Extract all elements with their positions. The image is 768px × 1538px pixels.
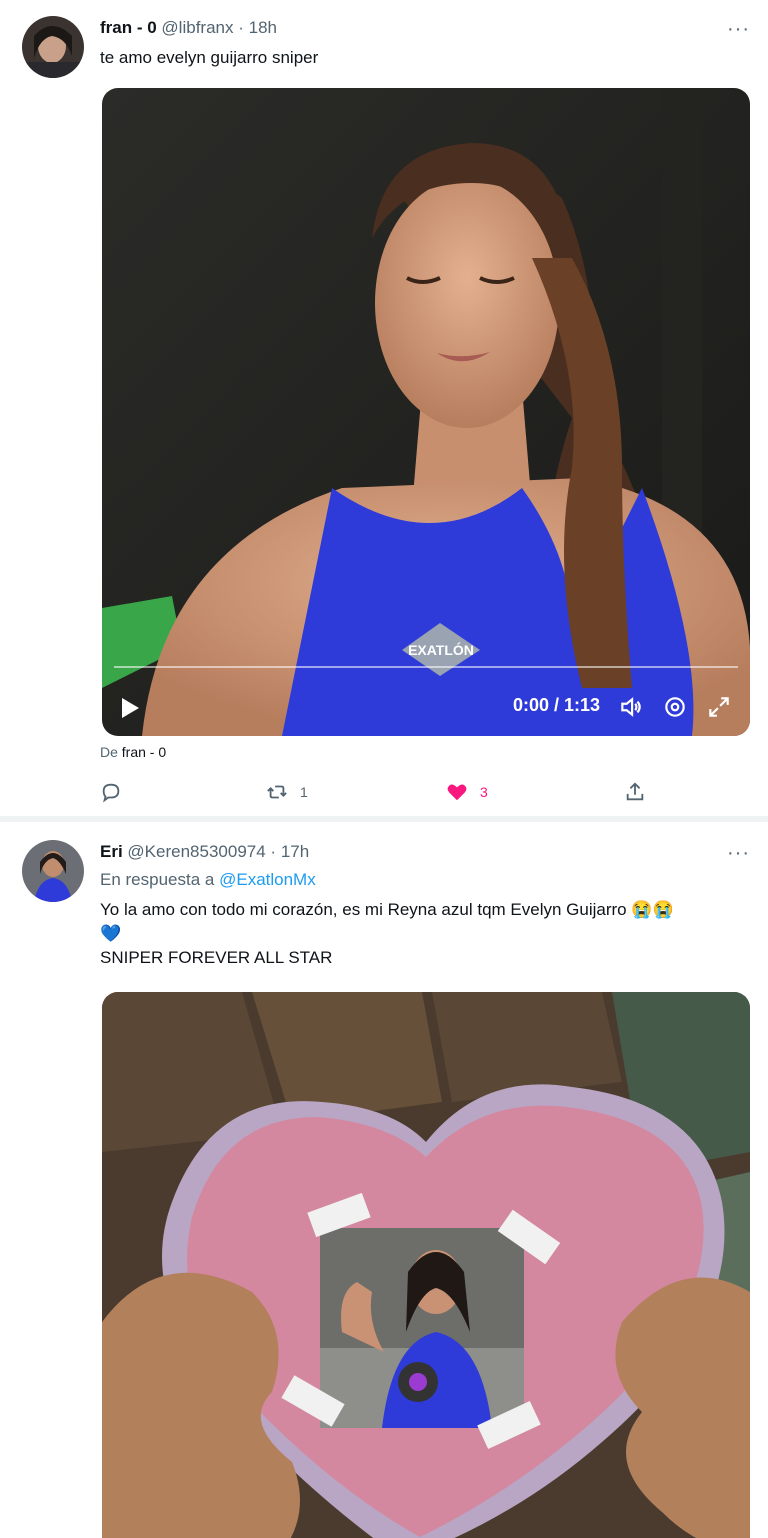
video-player[interactable]: EXATLÓN 0:00 / 1:13: [102, 88, 750, 736]
heart-icon: [447, 784, 467, 801]
heart-picture-image: [102, 992, 750, 1538]
handle[interactable]: @libfranx: [161, 18, 233, 37]
more-options-icon[interactable]: ···: [727, 842, 750, 865]
video-controls: 0:00 / 1:13: [102, 656, 750, 736]
fullscreen-icon[interactable]: [706, 694, 732, 720]
tweet-text-line: Yo la amo con todo mi corazón, es mi Rey…: [100, 900, 674, 919]
avatar[interactable]: [22, 840, 84, 902]
display-name[interactable]: fran - 0: [100, 18, 157, 37]
tweet-image[interactable]: [102, 992, 750, 1538]
settings-icon[interactable]: [662, 694, 688, 720]
reply-icon: [102, 783, 120, 803]
retweet-button[interactable]: 1: [266, 778, 308, 806]
video-progress-bar[interactable]: [114, 666, 738, 668]
retweet-icon: [267, 785, 287, 799]
like-count: 3: [480, 784, 488, 800]
tweet-actions: 1 3: [100, 778, 660, 806]
share-icon: [626, 782, 644, 801]
reply-button[interactable]: [100, 778, 134, 806]
volume-icon[interactable]: [618, 694, 644, 720]
play-icon[interactable]: [122, 698, 139, 718]
like-button[interactable]: 3: [446, 778, 488, 806]
blue-heart-emoji: 💙: [100, 924, 122, 943]
separator: ·: [238, 18, 244, 37]
separator: ·: [270, 842, 277, 861]
tweet-text: te amo evelyn guijarro sniper: [100, 48, 319, 67]
more-options-icon[interactable]: ···: [727, 18, 750, 41]
display-name[interactable]: Eri: [100, 842, 123, 861]
timestamp[interactable]: 18h: [249, 18, 277, 37]
retweet-count: 1: [300, 784, 308, 800]
tweet-text-line: SNIPER FOREVER ALL STAR: [100, 948, 333, 967]
tweet[interactable]: Eri @Keren85300974 · 17h ··· En respuest…: [0, 822, 768, 1538]
mention-link[interactable]: @ExatlonMx: [219, 870, 316, 889]
avatar[interactable]: [22, 16, 84, 78]
timestamp[interactable]: 17h: [281, 842, 309, 861]
video-frame: EXATLÓN: [102, 88, 750, 736]
reply-context: En respuesta a @ExatlonMx: [100, 870, 316, 889]
video-source[interactable]: De fran - 0: [100, 744, 166, 760]
video-time: 0:00 / 1:13: [512, 695, 600, 715]
share-button[interactable]: [624, 778, 646, 806]
handle[interactable]: @Keren85300974: [127, 842, 265, 861]
tweet[interactable]: fran - 0 @libfranx · 18h ··· te amo evel…: [0, 0, 768, 820]
photo: [320, 1228, 524, 1428]
